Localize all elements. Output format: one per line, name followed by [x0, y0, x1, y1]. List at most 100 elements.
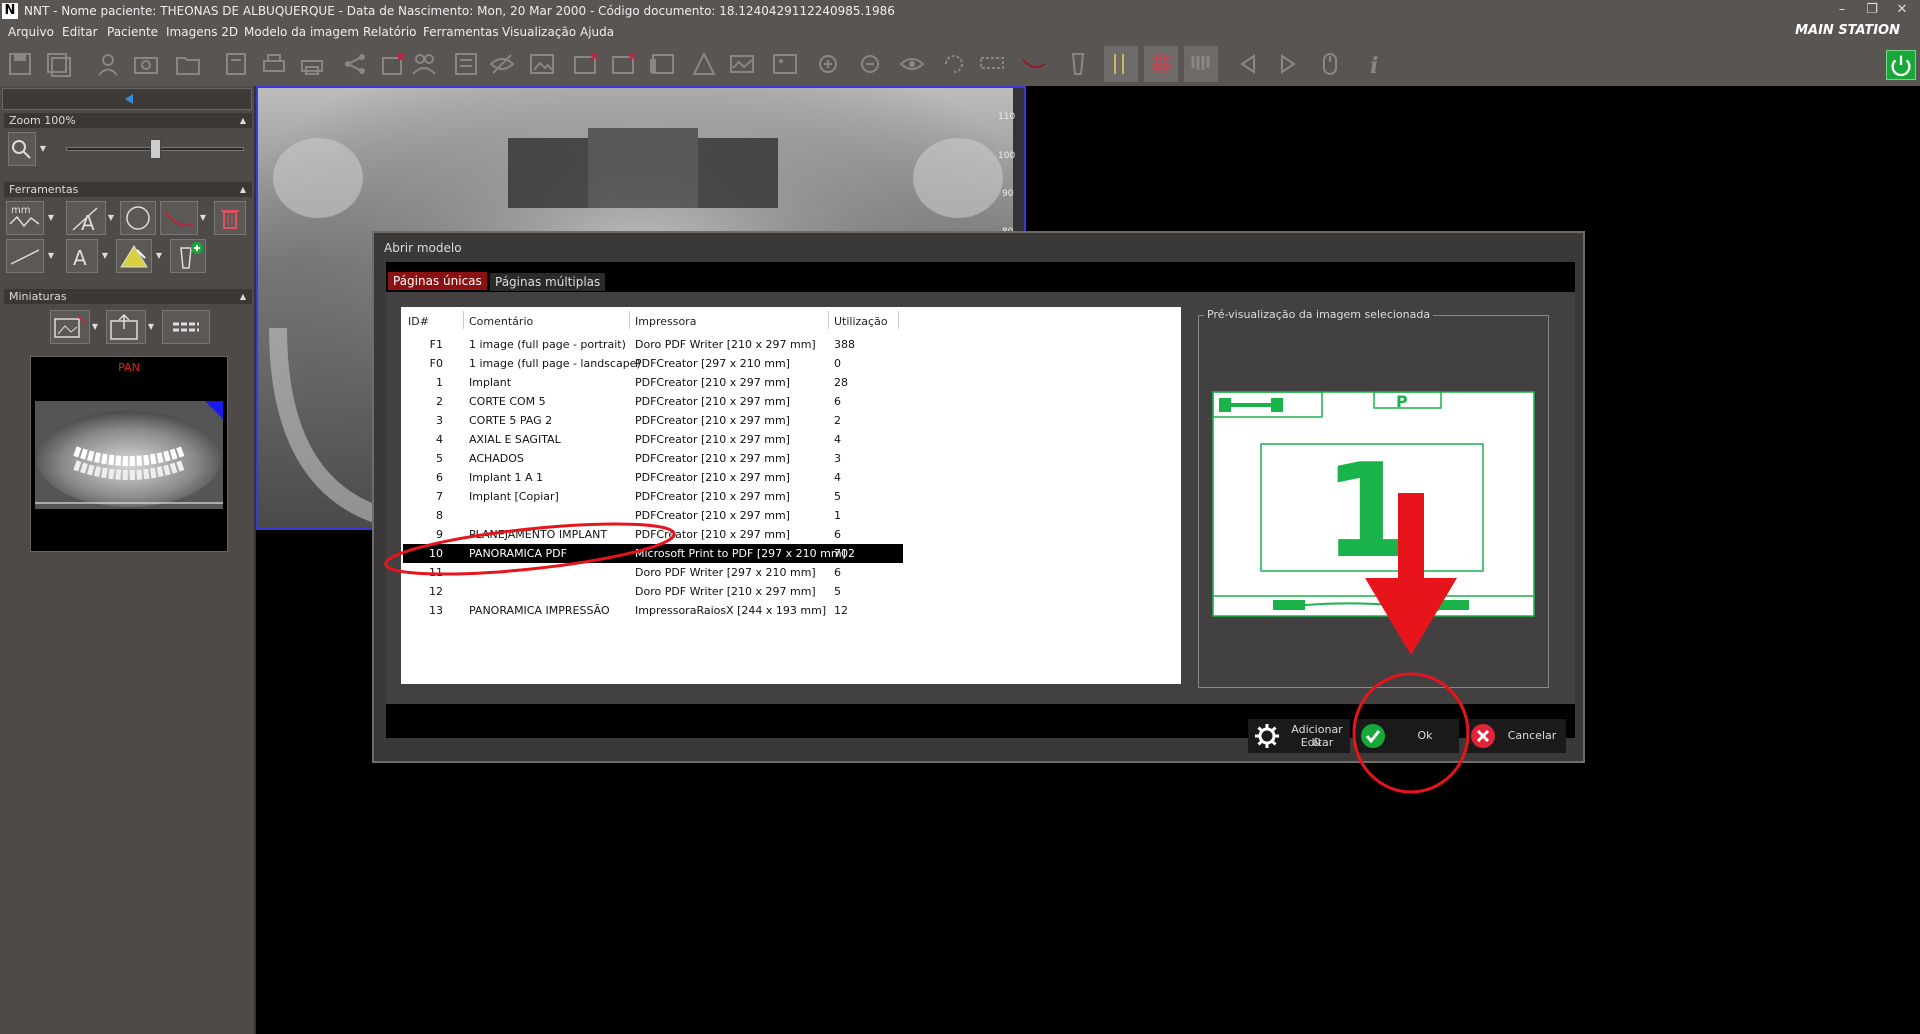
thumbnails-section-header[interactable]: Miniaturas ▲: [4, 289, 252, 304]
image-view-icon[interactable]: [771, 50, 799, 78]
tab-multiple-pages[interactable]: Páginas múltiplas: [490, 273, 606, 291]
curve-icon[interactable]: [1020, 50, 1048, 78]
thumbnail-card[interactable]: PAN: [30, 356, 228, 552]
menu-imagens-2d[interactable]: Imagens 2D: [166, 25, 238, 39]
camera-icon[interactable]: [132, 50, 160, 78]
table-row[interactable]: 10 PANORAMICA PDF Microsoft Print to PDF […: [403, 544, 903, 563]
visibility-icon[interactable]: [488, 50, 516, 78]
print-preview-icon[interactable]: [222, 50, 250, 78]
add-implant-icon[interactable]: [170, 239, 206, 273]
angle-text-tool[interactable]: A: [66, 201, 106, 235]
patient-icon[interactable]: [94, 50, 122, 78]
minimize-button[interactable]: –: [1830, 2, 1854, 18]
highlight-dropdown-arrow-icon[interactable]: ▼: [154, 239, 164, 273]
measure-dropdown-arrow-icon[interactable]: ▼: [46, 201, 56, 235]
info-icon[interactable]: i: [1360, 50, 1388, 79]
zoom-dropdown-arrow-icon[interactable]: ▼: [38, 132, 48, 166]
table-row[interactable]: 11 Doro PDF Writer [297 x 210 mm] 6: [403, 563, 903, 582]
table-row[interactable]: 8 PDFCreator [210 x 297 mm] 1: [403, 506, 903, 525]
table-row[interactable]: F1 1 image (full page - portrait) Doro PDF…: [403, 335, 903, 354]
prev-icon[interactable]: [1234, 50, 1262, 78]
line-tool[interactable]: [6, 239, 44, 273]
measure-mm-tool[interactable]: mm: [6, 201, 44, 235]
table-row[interactable]: 4 AXIAL E SAGITAL PDFCreator [210 x 297 mm…: [403, 430, 903, 449]
export-image-icon[interactable]: [380, 50, 408, 78]
table-row[interactable]: 6 Implant 1 A 1 PDFCreator [210 x 297 mm] 4: [403, 468, 903, 487]
menu-editar[interactable]: Editar: [62, 25, 98, 39]
tools-section-header[interactable]: Ferramentas ▲: [4, 182, 252, 197]
collapse-arrow-icon[interactable]: ▲: [240, 182, 246, 197]
next-icon[interactable]: [1274, 50, 1302, 78]
thumbnail-import-dropdown-arrow-icon[interactable]: ▼: [146, 310, 156, 344]
close-button[interactable]: ✕: [1890, 2, 1914, 18]
implant-icon[interactable]: [690, 50, 718, 78]
table-row[interactable]: 5 ACHADOS PDFCreator [210 x 297 mm] 3: [403, 449, 903, 468]
ok-button[interactable]: Ok: [1355, 719, 1459, 753]
printer-2-icon[interactable]: [298, 50, 326, 78]
share-icon[interactable]: [341, 50, 369, 78]
zoom-tool-button[interactable]: [8, 132, 36, 166]
power-icon[interactable]: [1886, 50, 1916, 80]
tooth-icon[interactable]: [1064, 50, 1092, 78]
menu-ferramentas[interactable]: Ferramentas: [423, 25, 499, 39]
teeth-icon[interactable]: [1184, 46, 1218, 82]
tab-single-pages[interactable]: Páginas únicas: [388, 272, 487, 290]
text-tool[interactable]: A: [66, 239, 98, 273]
person-group-icon[interactable]: [410, 50, 438, 78]
delete-image-2-icon[interactable]: [610, 50, 638, 78]
menu-visualizacao[interactable]: Visualização: [502, 25, 576, 39]
thumbnail-layout-icon[interactable]: [162, 310, 210, 344]
annotation-tool-icon[interactable]: [1104, 46, 1138, 82]
column-header-usage[interactable]: Utilização: [834, 315, 888, 328]
table-row[interactable]: 2 CORTE COM 5 PDFCreator [210 x 297 mm] 6: [403, 392, 903, 411]
table-row[interactable]: 12 Doro PDF Writer [210 x 297 mm] 5: [403, 582, 903, 601]
open-image-icon[interactable]: [528, 50, 556, 78]
highlight-tool[interactable]: [116, 239, 152, 273]
table-row[interactable]: 3 CORTE 5 PAG 2 PDFCreator [210 x 297 mm] 2: [403, 411, 903, 430]
column-header-comment[interactable]: Comentário: [469, 315, 533, 328]
angle-dropdown-arrow-icon[interactable]: ▼: [106, 201, 116, 235]
rotate-icon[interactable]: [940, 50, 968, 78]
add-edit-button[interactable]: Adicionar & Editar: [1248, 719, 1350, 753]
delete-image-icon[interactable]: [572, 50, 600, 78]
curve-dropdown-arrow-icon[interactable]: ▼: [198, 201, 208, 235]
column-header-id[interactable]: ID#: [408, 315, 429, 328]
printer-icon[interactable]: [260, 50, 288, 78]
table-row[interactable]: 7 Implant [Copiar] PDFCreator [210 x 297 m…: [403, 487, 903, 506]
save-icon[interactable]: [6, 50, 34, 78]
circle-tool[interactable]: [120, 201, 156, 235]
column-header-printer[interactable]: Impressora: [635, 315, 696, 328]
table-row[interactable]: F0 1 image (full page - landscape) PDFCrea…: [403, 354, 903, 373]
menu-arquivo[interactable]: Arquivo: [8, 25, 54, 39]
zoom-section-header[interactable]: Zoom 100% ▲: [4, 113, 252, 128]
panorama-icon[interactable]: [728, 50, 756, 78]
trash-icon[interactable]: [214, 201, 246, 235]
table-row[interactable]: 13 PANORAMICA IMPRESSÃO ImpressoraRaiosX […: [403, 601, 903, 620]
save-as-icon[interactable]: [44, 50, 72, 78]
zoom-in-icon[interactable]: [814, 50, 842, 78]
zoom-slider[interactable]: [66, 139, 244, 159]
table-row[interactable]: 9 PLANEJAMENTO IMPLANT PDFCreator [210 x 2…: [403, 525, 903, 544]
templates-table[interactable]: ID# Comentário Impressora Utilização F1 1…: [401, 307, 1181, 684]
cancel-button[interactable]: Cancelar: [1466, 719, 1566, 753]
panel-collapse-bar[interactable]: [2, 88, 252, 110]
measure-icon[interactable]: [978, 50, 1006, 78]
hide-icon[interactable]: [898, 50, 926, 78]
line-dropdown-arrow-icon[interactable]: ▼: [46, 239, 56, 273]
zoom-out-icon[interactable]: [856, 50, 884, 78]
image-notes-icon[interactable]: [452, 50, 480, 78]
menu-ajuda[interactable]: Ajuda: [580, 25, 614, 39]
curve-tool[interactable]: [160, 201, 198, 235]
menu-modelo-imagem[interactable]: Modelo da imagem: [244, 25, 359, 39]
collapse-arrow-icon[interactable]: ▲: [240, 289, 246, 304]
table-row[interactable]: 1 Implant PDFCreator [210 x 297 mm] 28: [403, 373, 903, 392]
zoom-slider-thumb[interactable]: [150, 139, 161, 159]
thumbnail-import-icon[interactable]: [106, 310, 146, 344]
thumbnail-edit-icon[interactable]: [50, 310, 90, 344]
collapse-arrow-icon[interactable]: ▲: [240, 113, 246, 128]
thumbnail-edit-dropdown-arrow-icon[interactable]: ▼: [90, 310, 100, 344]
grid-icon[interactable]: [1144, 46, 1178, 82]
mouse-icon[interactable]: [1316, 50, 1344, 78]
menu-paciente[interactable]: Paciente: [107, 25, 158, 39]
gallery-icon[interactable]: [648, 50, 676, 78]
